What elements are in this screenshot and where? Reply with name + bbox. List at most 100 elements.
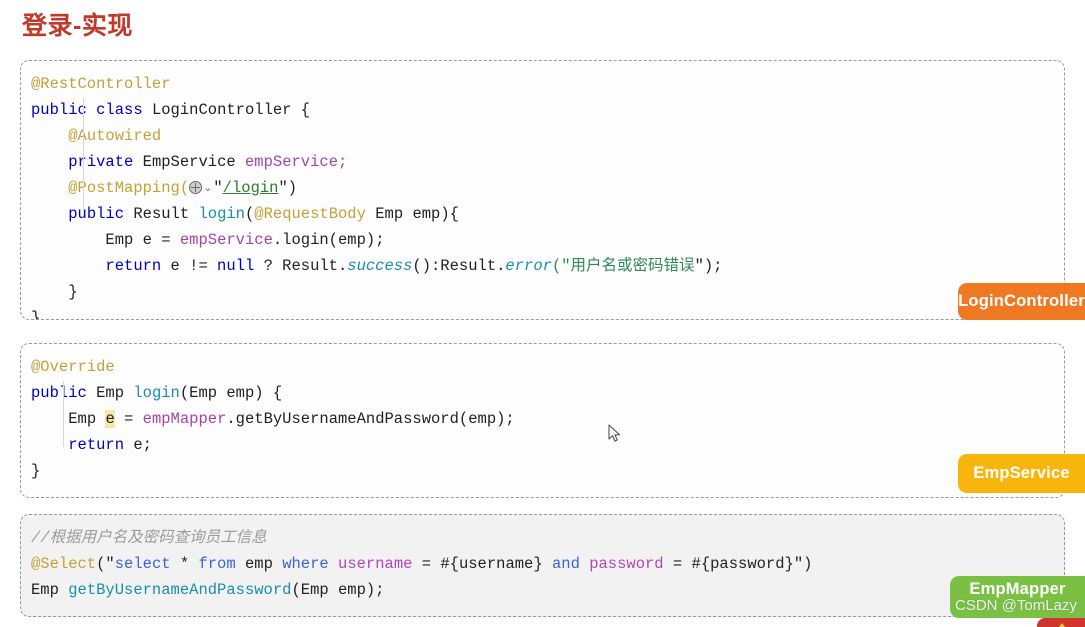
- keyword-null: null: [217, 257, 255, 275]
- keyword-public: public: [31, 101, 87, 119]
- code-content-emp-mapper: //根据用户名及密码查询员工信息 @Select("select * from …: [21, 515, 1064, 611]
- call-login: .login(emp);: [272, 231, 385, 249]
- sql-column-username: username: [338, 555, 413, 573]
- screenshot-root: 登录-实现 @RestController public class Login…: [0, 0, 1085, 627]
- annotation-select: @Select: [31, 555, 97, 573]
- ternary-op: ? Result.: [254, 257, 348, 275]
- string-error-message: 用户名或密码错误: [570, 257, 695, 275]
- code-line: public class LoginController {: [31, 97, 1064, 123]
- code-line: public Emp login(Emp emp) {: [31, 380, 1064, 406]
- success-tail: ():Result.: [412, 257, 506, 275]
- globe-icon[interactable]: [189, 181, 203, 194]
- code-line: @Select("select * from emp where usernam…: [31, 551, 1064, 577]
- sql-keyword-from: from: [198, 555, 236, 573]
- method-params: (Emp emp);: [291, 581, 385, 599]
- var-e-highlighted: e: [105, 410, 115, 428]
- expr-neq-null: e !=: [161, 257, 218, 275]
- code-line: }: [31, 458, 1064, 484]
- method-error: error: [505, 257, 552, 275]
- code-line: Emp e = empService.login(emp);: [31, 227, 1064, 253]
- sql-param-username: = #{username}: [412, 555, 552, 573]
- paren-open: (: [244, 205, 255, 223]
- method-login: login: [198, 205, 245, 223]
- keyword-class: class: [96, 101, 143, 119]
- var-e: e;: [133, 436, 152, 454]
- badge-login-controller: LoginController: [958, 283, 1085, 320]
- var-e: e: [142, 231, 152, 249]
- code-block-emp-mapper: //根据用户名及密码查询员工信息 @Select("select * from …: [20, 514, 1065, 617]
- type-logincontroller: LoginController: [151, 101, 292, 119]
- brace-open: {: [300, 101, 311, 119]
- code-block-emp-service: @Override public Emp login(Emp emp) { Em…: [20, 343, 1065, 498]
- sql-keyword-where: where: [282, 555, 329, 573]
- brace-close: }: [68, 283, 78, 301]
- method-login: login: [133, 384, 180, 402]
- indent-guide: [63, 381, 64, 447]
- annotation-postmapping: @PostMapping(: [68, 179, 190, 197]
- method-success: success: [347, 257, 413, 275]
- annotation-override: @Override: [31, 358, 115, 376]
- keyword-public: public: [31, 384, 87, 402]
- type-emp: Emp: [96, 384, 125, 402]
- code-line: //根据用户名及密码查询员工信息: [31, 525, 1064, 551]
- watermark-csdn: CSDN @TomLazy: [955, 597, 1077, 614]
- comment-query-employee: //根据用户名及密码查询员工信息: [31, 529, 267, 547]
- type-result: Result: [133, 205, 190, 223]
- chevron-down-icon[interactable]: ⌄: [203, 175, 212, 201]
- string-close: "): [793, 555, 813, 573]
- brace-close: }: [31, 462, 41, 480]
- code-line: @Override: [31, 354, 1064, 380]
- mouse-cursor: [608, 424, 622, 444]
- type-emp: Emp: [31, 581, 69, 599]
- field-empmapper: empMapper: [142, 410, 227, 428]
- param-emp: emp: [412, 205, 441, 223]
- type-emp: Emp: [68, 410, 106, 428]
- keyword-private: private: [68, 153, 134, 171]
- quote: ": [278, 179, 288, 197]
- call-getbyusernameandpassword: .getByUsernameAndPassword(emp);: [226, 410, 515, 428]
- sql-table-emp: emp: [235, 555, 283, 573]
- code-content-emp-service: @Override public Emp login(Emp emp) { Em…: [21, 344, 1064, 492]
- keyword-return: return: [68, 436, 125, 454]
- code-content-login-controller: @RestController public class LoginContro…: [21, 61, 1064, 320]
- indent-guide: [83, 98, 84, 216]
- keyword-public: public: [68, 205, 125, 223]
- code-line: return e;: [31, 432, 1064, 458]
- keyword-return: return: [105, 257, 162, 275]
- code-line: @RestController: [31, 71, 1064, 97]
- code-line: public Result login(@RequestBody Emp emp…: [31, 201, 1064, 227]
- badge-label: EmpService: [973, 464, 1070, 482]
- code-line: }: [31, 305, 1064, 320]
- string-close: ");: [694, 257, 723, 275]
- operator-assign: =: [151, 231, 180, 249]
- paren-close: ): [287, 179, 298, 197]
- link-login-path[interactable]: /login: [223, 179, 279, 197]
- field-empservice: empService: [179, 231, 273, 249]
- brace-close: }: [31, 309, 41, 320]
- type-emp: Emp: [375, 205, 404, 223]
- badge-emp-service: EmpService: [958, 454, 1085, 493]
- code-line: return e != null ? Result.success():Resu…: [31, 253, 1064, 279]
- badge-label: LoginController: [958, 292, 1085, 310]
- field-empservice: empService;: [244, 153, 348, 171]
- annotation-requestbody: @RequestBody: [254, 205, 366, 223]
- sql-column-password: password: [589, 555, 664, 573]
- code-block-login-controller: @RestController public class LoginContro…: [20, 60, 1065, 320]
- code-line: @Autowired: [31, 123, 1064, 149]
- bottom-red-shape: [1037, 618, 1085, 627]
- operator-assign: =: [114, 410, 143, 428]
- code-line: @PostMapping(⌄"/login"): [31, 175, 1064, 201]
- type-empservice: EmpService: [142, 153, 236, 171]
- sql-keyword-and: and: [551, 555, 580, 573]
- string-open: (": [96, 555, 115, 573]
